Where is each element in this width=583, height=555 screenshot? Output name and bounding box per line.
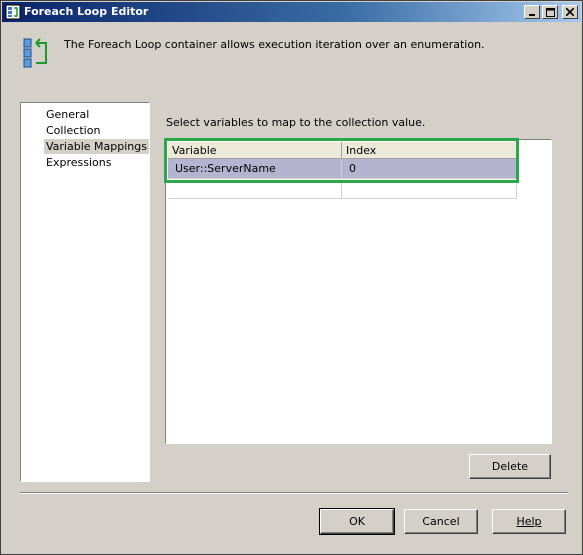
help-label: Help	[516, 515, 542, 528]
minimize-icon	[529, 14, 535, 16]
nav-item-variable-mappings[interactable]: Variable Mappings	[44, 139, 149, 154]
footer-separator	[20, 492, 568, 494]
header-description: The Foreach Loop container allows execut…	[64, 38, 485, 51]
ok-button[interactable]: OK	[319, 508, 395, 535]
table-row-empty-variable[interactable]	[168, 179, 342, 199]
variable-mappings-grid[interactable]: Variable Index User::ServerName 0	[165, 139, 552, 444]
window-title: Foreach Loop Editor	[24, 5, 149, 18]
nav-item-general[interactable]: General	[44, 107, 91, 122]
table-row-index-cell[interactable]: 0	[342, 159, 517, 179]
foreach-loop-icon	[5, 4, 21, 20]
foreach-loop-container-icon	[23, 38, 47, 68]
mapping-prompt: Select variables to map to the collectio…	[166, 116, 426, 129]
nav-item-expressions[interactable]: Expressions	[44, 155, 113, 170]
delete-button[interactable]: Delete	[469, 454, 551, 479]
nav-panel: General Collection Variable Mappings Exp…	[20, 102, 150, 482]
table-row-empty-index[interactable]	[342, 179, 517, 199]
header-area: The Foreach Loop container allows execut…	[2, 23, 581, 79]
maximize-button[interactable]	[542, 5, 558, 19]
foreach-loop-editor-window: Foreach Loop Editor The Foreach Loop con…	[0, 0, 583, 555]
table-row-variable-cell[interactable]: User::ServerName	[168, 159, 342, 179]
maximize-icon	[545, 7, 555, 17]
column-header-variable[interactable]: Variable	[168, 142, 342, 159]
title-bar[interactable]: Foreach Loop Editor	[2, 2, 581, 22]
cancel-button[interactable]: Cancel	[404, 509, 478, 534]
nav-item-collection[interactable]: Collection	[44, 123, 102, 138]
column-header-index[interactable]: Index	[342, 142, 517, 159]
close-icon	[566, 8, 574, 16]
help-button[interactable]: Help	[492, 509, 566, 534]
close-button[interactable]	[562, 5, 578, 19]
minimize-button[interactable]	[524, 5, 540, 19]
